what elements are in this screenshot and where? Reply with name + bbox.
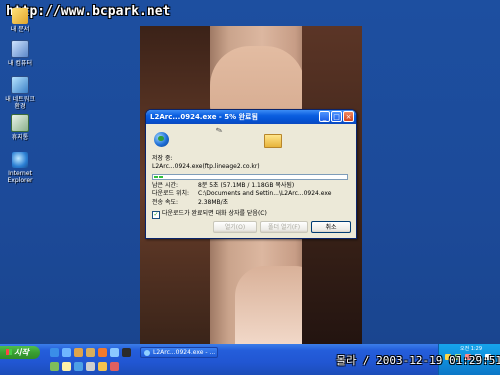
globe-icon bbox=[154, 132, 169, 147]
desktop-icon-internet-explorer[interactable]: Internet Explorer bbox=[2, 152, 38, 184]
quicklaunch-folder-icon[interactable] bbox=[86, 348, 95, 357]
open-button[interactable]: 열기(O) bbox=[213, 221, 257, 233]
folder-icon bbox=[264, 134, 282, 148]
transfer-rate-row: 전송 속도: 2.38MB/초 bbox=[152, 199, 228, 207]
download-location-value: C:\Documents and Settin...\L2Arc...0924.… bbox=[198, 190, 332, 197]
dialog-title: L2Arc...0924.exe - 5% 완료됨 bbox=[150, 113, 258, 121]
ie-download-icon bbox=[144, 350, 150, 356]
time-remaining-value: 8분 5초 (57.1MB / 1.18GB 복사됨) bbox=[198, 182, 295, 189]
download-location-row: 다운로드 위치: C:\Documents and Settin...\L2Arc… bbox=[152, 190, 331, 198]
maximize-button[interactable]: □ bbox=[331, 111, 342, 122]
saving-label: 저장 중: bbox=[152, 155, 173, 162]
flying-document-icon: ✎ bbox=[214, 125, 225, 136]
time-remaining-row: 남은 시간: 8분 5초 (57.1MB / 1.18GB 복사됨) bbox=[152, 182, 294, 190]
recycle-bin-icon bbox=[11, 114, 29, 132]
quicklaunch-ie-icon[interactable] bbox=[50, 348, 59, 357]
dialog-title-bar[interactable]: L2Arc...0924.exe - 5% 완료됨 _ □ × bbox=[146, 110, 356, 124]
desktop-icon-label: Internet Explorer bbox=[7, 170, 33, 184]
quicklaunch-player-icon[interactable] bbox=[110, 362, 119, 371]
my-documents-icon bbox=[12, 8, 28, 24]
start-button[interactable]: 시작 bbox=[0, 346, 40, 359]
open-folder-button[interactable]: 폴더 열기(F) bbox=[260, 221, 308, 233]
quicklaunch-messenger-icon[interactable] bbox=[74, 362, 83, 371]
quicklaunch-tool-icon[interactable] bbox=[86, 362, 95, 371]
start-label: 시작 bbox=[14, 348, 29, 357]
saving-value: L2Arc...0924.exe(ftp.lineage2.co.kr) bbox=[152, 163, 260, 170]
desktop-icon-label: 내 문서 bbox=[10, 26, 30, 33]
close-button[interactable]: × bbox=[343, 111, 354, 122]
cancel-button[interactable]: 취소 bbox=[311, 221, 351, 233]
quicklaunch-explorer-icon[interactable] bbox=[110, 348, 119, 357]
desktop-icon-network-places[interactable]: 내 네트워크 환경 bbox=[2, 76, 38, 110]
wallpaper-face bbox=[210, 46, 305, 116]
desktop: http://www.bcpark.net 내 문서 내 컴퓨터 내 네트워크 … bbox=[0, 0, 500, 344]
my-computer-icon bbox=[11, 40, 29, 58]
transfer-rate-label: 전송 속도: bbox=[152, 199, 179, 206]
quicklaunch-media-icon[interactable] bbox=[74, 348, 83, 357]
time-remaining-label: 남은 시간: bbox=[152, 182, 179, 189]
download-location-label: 다운로드 위치: bbox=[152, 190, 190, 197]
desktop-icon-label: 휴지통 bbox=[11, 134, 29, 141]
quicklaunch-archive-icon[interactable] bbox=[98, 362, 107, 371]
close-on-complete-checkbox[interactable]: ✓ 다운로드가 완료되면 대화 상자를 닫음(C) bbox=[152, 210, 267, 219]
quicklaunch-console-icon[interactable] bbox=[122, 348, 131, 357]
desktop-icon-my-computer[interactable]: 내 컴퓨터 bbox=[2, 40, 38, 67]
quicklaunch-outlook-icon[interactable] bbox=[62, 348, 71, 357]
download-animation: ✎ bbox=[146, 124, 356, 154]
overlay-timestamp: 몰라 / 2003-12-19 01:29:51 bbox=[336, 354, 500, 367]
checkbox-box[interactable]: ✓ bbox=[152, 211, 160, 219]
quicklaunch-notepad-icon[interactable] bbox=[62, 362, 71, 371]
desktop-icon-my-documents[interactable]: 내 문서 bbox=[2, 8, 38, 33]
taskbar-download-task[interactable]: L2Arc...0924.exe - ... bbox=[140, 347, 218, 358]
desktop-icon-label: 내 네트워크 환경 bbox=[5, 96, 35, 110]
desktop-icon-label: 내 컴퓨터 bbox=[8, 60, 32, 67]
windows-flag-icon bbox=[6, 349, 12, 355]
quicklaunch-app-icon[interactable] bbox=[98, 348, 107, 357]
download-progress-bar bbox=[152, 174, 348, 180]
minimize-button[interactable]: _ bbox=[319, 111, 330, 122]
desktop-icon-recycle-bin[interactable]: 휴지통 bbox=[2, 114, 38, 141]
internet-explorer-icon bbox=[12, 152, 28, 168]
quicklaunch-desktop-icon[interactable] bbox=[50, 362, 59, 371]
task-label: L2Arc...0924.exe - ... bbox=[153, 349, 216, 356]
close-on-complete-label: 다운로드가 완료되면 대화 상자를 닫음(C) bbox=[162, 210, 267, 217]
download-dialog: L2Arc...0924.exe - 5% 완료됨 _ □ × ✎ 저장 중: … bbox=[145, 109, 357, 239]
progress-fill bbox=[154, 176, 164, 178]
network-places-icon bbox=[11, 76, 29, 94]
transfer-rate-value: 2.38MB/초 bbox=[198, 199, 229, 206]
